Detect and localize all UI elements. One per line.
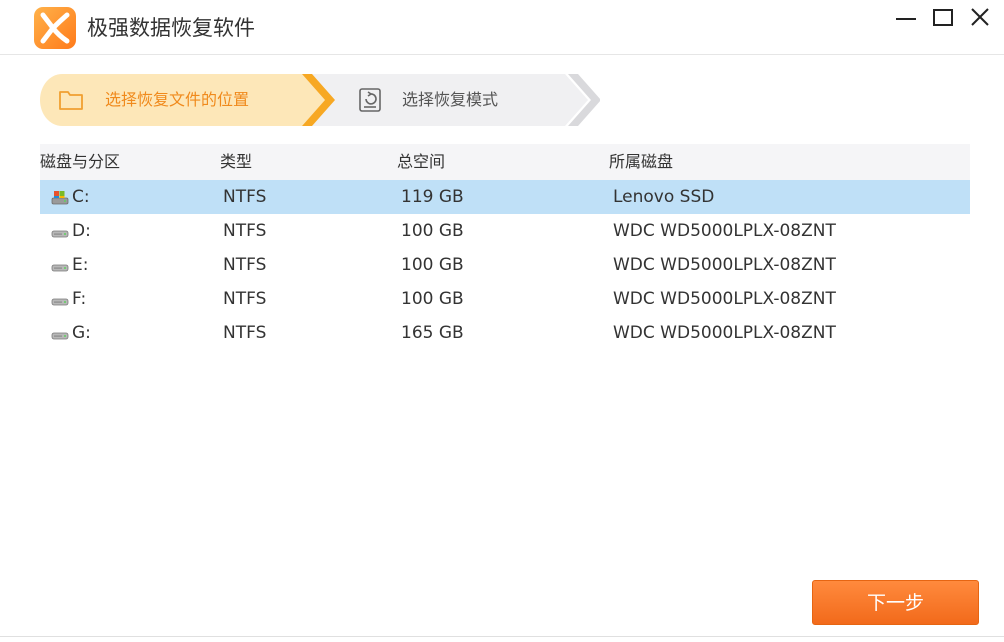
drive-letter: C:: [72, 187, 90, 207]
app-logo-icon: [34, 7, 76, 49]
maximize-icon: [933, 9, 953, 26]
minimize-button[interactable]: [892, 4, 922, 34]
header-disk[interactable]: 所属磁盘: [609, 151, 673, 173]
folder-icon: [57, 86, 85, 114]
table-row[interactable]: D: NTFS 100 GB WDC WD5000LPLX-08ZNT: [40, 214, 970, 248]
maximize-button[interactable]: [929, 4, 959, 34]
drive-letter: D:: [72, 221, 91, 241]
next-button[interactable]: 下一步: [812, 580, 979, 625]
header-partition[interactable]: 磁盘与分区: [40, 151, 120, 173]
close-button[interactable]: [966, 4, 996, 34]
fs-type: NTFS: [223, 255, 267, 275]
close-icon: [971, 8, 989, 26]
drive-icon: [51, 291, 69, 307]
parent-disk: WDC WD5000LPLX-08ZNT: [613, 289, 836, 309]
step-1-label[interactable]: 选择恢复文件的位置: [105, 89, 249, 111]
recovery-mode-icon: [357, 86, 385, 114]
minimize-icon: [896, 18, 916, 20]
drive-letter: G:: [72, 323, 91, 343]
table-row[interactable]: F: NTFS 100 GB WDC WD5000LPLX-08ZNT: [40, 282, 970, 316]
step-2-label[interactable]: 选择恢复模式: [402, 89, 498, 111]
drive-icon: [51, 325, 69, 341]
system-drive-icon: [51, 189, 69, 205]
total-size: 100 GB: [401, 289, 464, 309]
drive-letter: F:: [72, 289, 87, 309]
fs-type: NTFS: [223, 187, 267, 207]
app-title: 极强数据恢复软件: [87, 16, 255, 40]
fs-type: NTFS: [223, 221, 267, 241]
table-row[interactable]: E: NTFS 100 GB WDC WD5000LPLX-08ZNT: [40, 248, 970, 282]
parent-disk: WDC WD5000LPLX-08ZNT: [613, 221, 836, 241]
partition-table: 磁盘与分区 类型 总空间 所属磁盘 C: NTFS 119 GB Lenovo …: [40, 144, 970, 350]
total-size: 100 GB: [401, 255, 464, 275]
header-size[interactable]: 总空间: [397, 151, 445, 173]
drive-letter: E:: [72, 255, 89, 275]
table-row[interactable]: C: NTFS 119 GB Lenovo SSD: [40, 180, 970, 214]
table-row[interactable]: G: NTFS 165 GB WDC WD5000LPLX-08ZNT: [40, 316, 970, 350]
title-bar: 极强数据恢复软件: [0, 0, 1004, 55]
header-type[interactable]: 类型: [220, 151, 252, 173]
parent-disk: WDC WD5000LPLX-08ZNT: [613, 323, 836, 343]
drive-icon: [51, 223, 69, 239]
fs-type: NTFS: [223, 289, 267, 309]
table-header: 磁盘与分区 类型 总空间 所属磁盘: [40, 144, 970, 180]
step-indicator: 选择恢复文件的位置 选择恢复模式: [40, 74, 600, 126]
parent-disk: Lenovo SSD: [613, 187, 715, 207]
parent-disk: WDC WD5000LPLX-08ZNT: [613, 255, 836, 275]
total-size: 165 GB: [401, 323, 464, 343]
app-window: 极强数据恢复软件 选择恢复文件的位置 选择恢复模式 磁盘与分区 类型 总空间 所…: [0, 0, 1004, 642]
bottom-divider: [0, 636, 1004, 637]
total-size: 119 GB: [401, 187, 464, 207]
total-size: 100 GB: [401, 221, 464, 241]
drive-icon: [51, 257, 69, 273]
fs-type: NTFS: [223, 323, 267, 343]
